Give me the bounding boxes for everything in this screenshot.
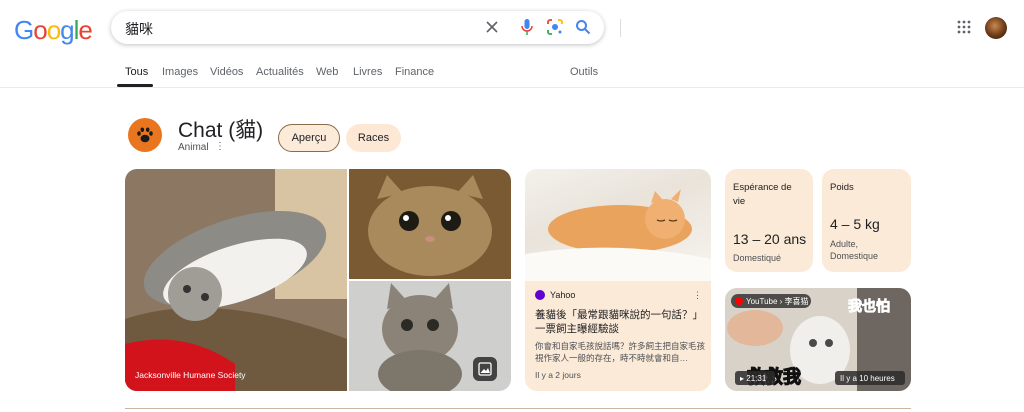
tab-tous[interactable]: Tous: [125, 66, 148, 78]
search-input[interactable]: 貓咪: [125, 19, 153, 39]
youtube-icon: [735, 297, 743, 305]
search-tabs: Tous Images Vidéos Actualités Web Livres…: [0, 66, 1024, 88]
video-time: Il y a 10 heures: [840, 374, 895, 383]
header-bar: Google 貓咪 Tous Images Vidéos Actualités …: [0, 0, 1024, 88]
search-box[interactable]: 貓咪: [111, 11, 621, 44]
fact-note: Domestiqué: [733, 253, 782, 263]
fact-card-lifespan[interactable]: Espérance de vie 13 – 20 ans Domestiqué: [725, 169, 813, 272]
logo-letter: o: [33, 15, 48, 45]
video-source: YouTube › 李喜猫: [746, 296, 809, 306]
tab-videos[interactable]: Vidéos: [210, 66, 243, 78]
news-source-label: Yahoo: [550, 290, 576, 300]
image-viewer-icon[interactable]: [473, 357, 497, 381]
image-credit: Jacksonville Humane Society: [135, 370, 246, 380]
divider: [125, 408, 911, 409]
tab-actualites[interactable]: Actualités: [256, 66, 304, 78]
logo-letter: g: [60, 15, 75, 45]
fact-value: 13 – 20 ans: [733, 231, 807, 247]
google-logo[interactable]: Google: [14, 15, 93, 46]
entity-title: Chat (貓): [178, 119, 264, 142]
fact-label: Espérance de vie: [733, 182, 792, 207]
fact-card-weight[interactable]: Poids 4 – 5 kg Adulte, Domestique: [822, 169, 911, 272]
clear-icon[interactable]: [482, 17, 502, 37]
video-duration: ▸ 21:31: [740, 374, 767, 383]
tab-tools[interactable]: Outils: [570, 66, 598, 78]
news-time: Il y a 2 jours: [535, 370, 581, 380]
chip-apercu[interactable]: Aperçu: [278, 124, 340, 152]
video-overlay-text: 我也怕: [848, 298, 890, 315]
fact-label: Poids: [830, 182, 854, 193]
yahoo-icon: [535, 290, 545, 300]
news-thumbnail: [525, 169, 711, 281]
news-headline[interactable]: 養貓後「最常跟貓咪說的一句話？」一票飼主曝經驗談: [535, 308, 705, 336]
tab-finance[interactable]: Finance: [395, 66, 434, 78]
logo-letter: e: [78, 15, 93, 45]
chip-races[interactable]: Races: [346, 124, 401, 152]
news-card[interactable]: Yahoo ⋮ 養貓後「最常跟貓咪說的一句話？」一票飼主曝經驗談 你會和自家毛孩…: [525, 169, 711, 391]
image-collage: Jacksonville Humane Society: [125, 169, 511, 391]
microphone-icon[interactable]: [517, 17, 537, 37]
logo-letter: o: [46, 15, 62, 45]
cat-image-face[interactable]: [349, 169, 511, 279]
active-tab-indicator: [117, 84, 153, 87]
apps-grid-icon[interactable]: [957, 20, 971, 34]
fact-note: Adulte, Domestique: [830, 239, 879, 261]
search-divider: [620, 19, 621, 37]
lens-icon[interactable]: [545, 17, 565, 37]
cat-image-lying[interactable]: [125, 169, 347, 391]
video-card[interactable]: YouTube › 李喜猫 我也怕 救救我 ▸ 21:31 Il y a 10 …: [725, 288, 911, 391]
paw-icon: [128, 118, 162, 152]
entity-subtitle: Animal: [178, 142, 209, 153]
tab-images[interactable]: Images: [162, 66, 198, 78]
news-source: Yahoo: [535, 290, 575, 300]
tab-web[interactable]: Web: [316, 66, 338, 78]
tab-livres[interactable]: Livres: [353, 66, 382, 78]
search-icon[interactable]: [573, 17, 593, 37]
account-avatar[interactable]: [985, 17, 1007, 39]
logo-letter: G: [14, 15, 34, 45]
news-snippet: 你會和自家毛孩說話嗎？許多飼主把自家毛孩視作家人一般的存在，時不時就會和自…: [535, 341, 705, 363]
more-options-icon[interactable]: ⋮: [693, 290, 702, 301]
fact-value: 4 – 5 kg: [830, 216, 880, 232]
more-options-icon[interactable]: ⋮: [215, 141, 226, 152]
